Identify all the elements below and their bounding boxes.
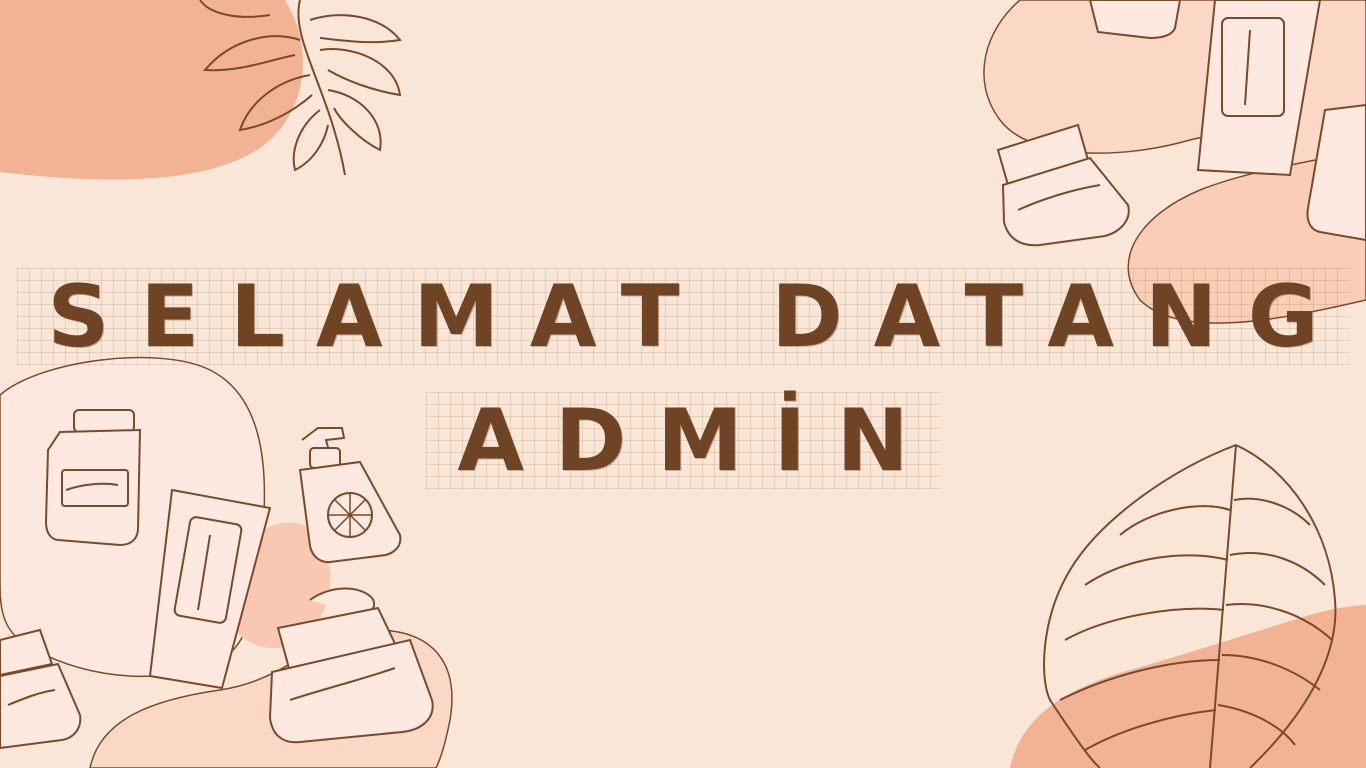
top-left-blob bbox=[0, 0, 303, 180]
welcome-heading-text-1: SELAMAT DATANG bbox=[17, 268, 1350, 366]
welcome-screen: SELAMAT DATANG ADMİN bbox=[0, 0, 1366, 768]
background-decoration bbox=[0, 0, 1366, 768]
bottom-right-blob bbox=[1010, 605, 1366, 768]
welcome-heading-text-2: ADMİN bbox=[426, 392, 940, 490]
welcome-heading-line-2: ADMİN bbox=[0, 392, 1366, 490]
welcome-heading-line-1: SELAMAT DATANG bbox=[0, 268, 1366, 366]
